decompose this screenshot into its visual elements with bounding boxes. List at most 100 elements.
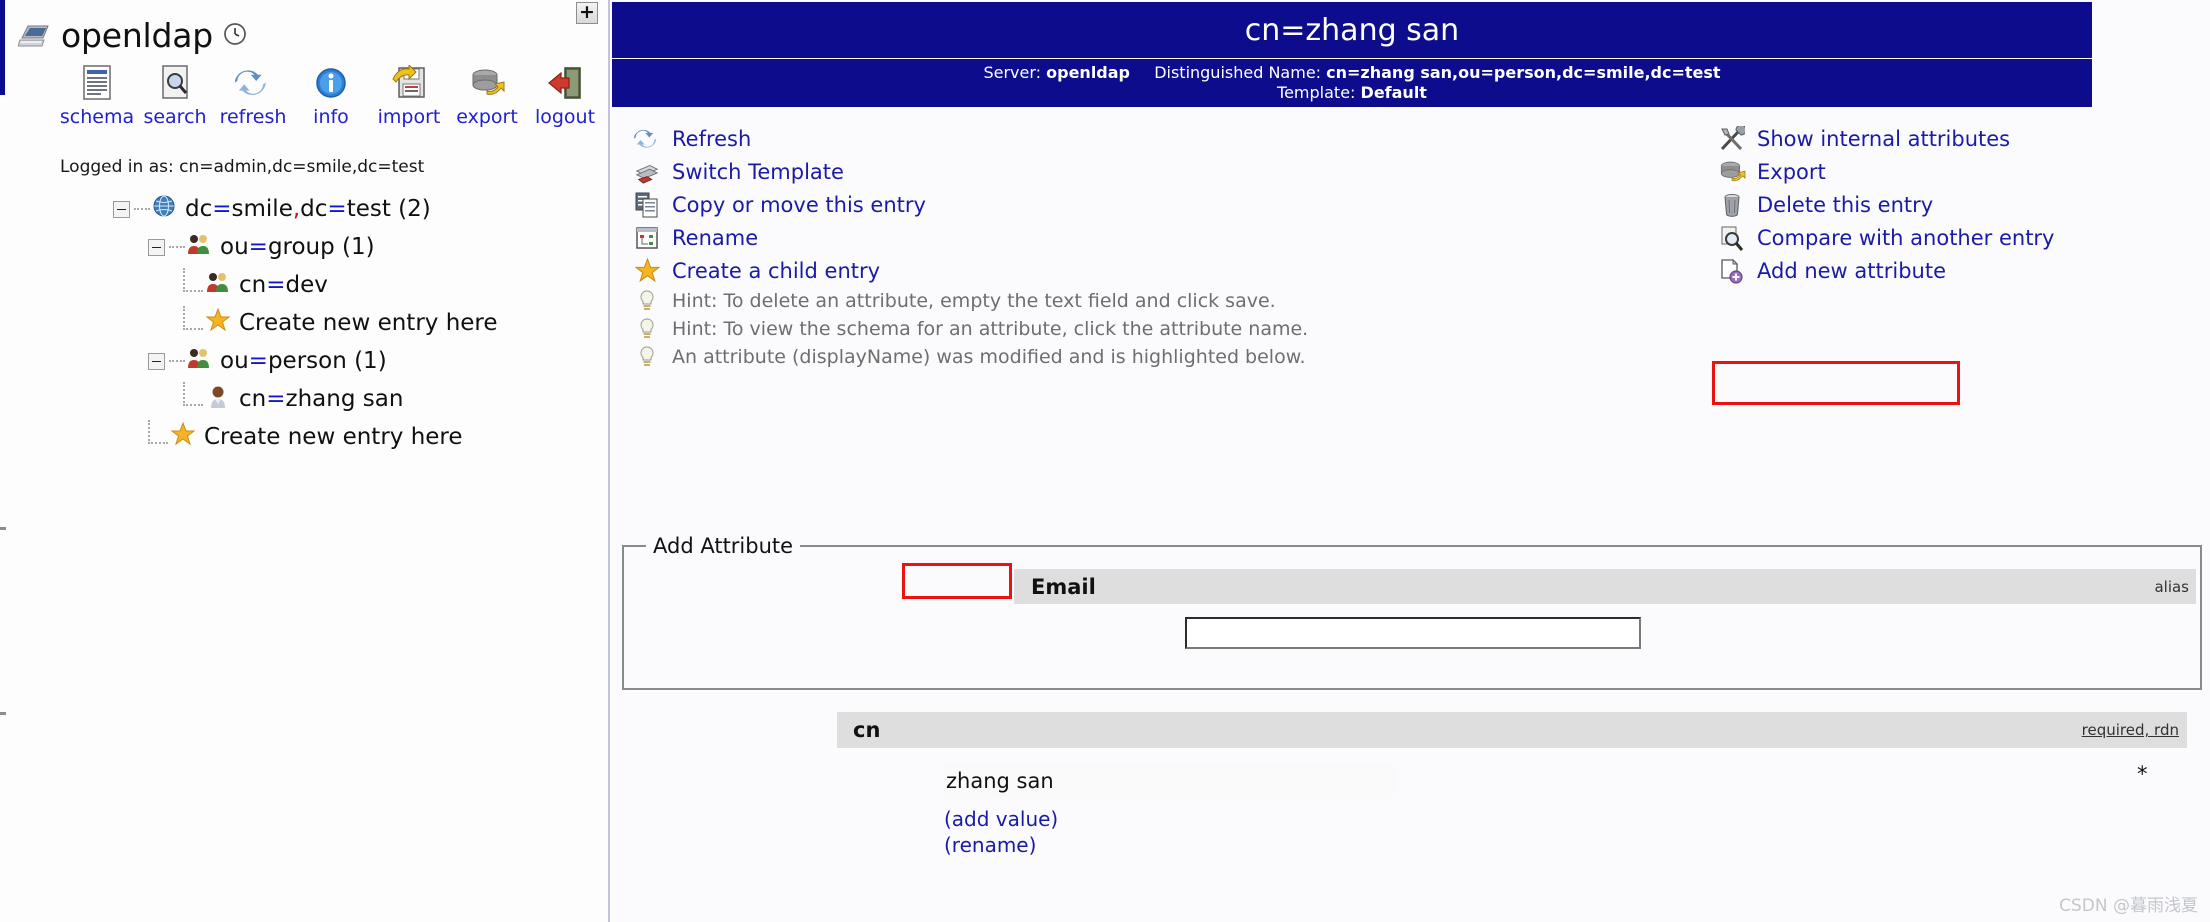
logged-in-status: Logged in as: cn=admin,dc=smile,dc=test <box>60 157 425 177</box>
toolbar-item-refresh[interactable]: refresh <box>214 63 292 128</box>
email-value-input[interactable] <box>1185 617 1641 649</box>
hint-label-attribute-modified: An attribute (displayName) was modified … <box>672 346 1306 368</box>
left-edge-accent-strip <box>0 0 5 95</box>
action-copy-move[interactable]: Copy or move this entry <box>632 188 1372 221</box>
lightbulb-icon <box>632 318 662 340</box>
brand-title: openldap <box>61 16 214 55</box>
action-switch-template[interactable]: Switch Template <box>632 155 1372 188</box>
entry-detail-panel: cn=zhang san Server: openldap Distinguis… <box>612 0 2210 922</box>
add-attribute-icon <box>1717 258 1747 284</box>
page-title: cn=zhang san <box>1244 12 1460 48</box>
import-floppy-icon <box>391 63 427 103</box>
hint-attribute-modified: An attribute (displayName) was modified … <box>632 343 1372 371</box>
action-rename[interactable]: Rename <box>632 221 1372 254</box>
left-edge-tick-lower <box>0 712 6 715</box>
email-attribute-flags: alias <box>2154 577 2189 596</box>
tree-expander-root[interactable] <box>113 200 130 218</box>
cn-value-field[interactable]: zhang san <box>942 763 1397 798</box>
server-computer-icon <box>17 18 52 54</box>
ldap-tree: dc=smile,dc=test (2) ou=group (1) cn=dev… <box>0 190 608 456</box>
toolbar-item-info[interactable]: info <box>292 63 370 128</box>
tree-connector <box>134 207 150 211</box>
entry-meta-line-1: Server: openldap Distinguished Name: cn=… <box>612 63 2092 83</box>
export-database-icon <box>469 63 505 103</box>
entry-actions-left: Refresh Switch Template Copy or move thi… <box>632 122 1372 371</box>
user-person-icon <box>206 384 230 414</box>
cn-rename-link[interactable]: (rename) <box>944 833 1036 857</box>
action-export[interactable]: Export <box>1717 155 2210 188</box>
toolbar-item-logout[interactable]: logout <box>526 63 604 128</box>
dn-label: Distinguished Name: <box>1154 63 1322 82</box>
tree-node-cn-dev[interactable]: cn=dev <box>0 266 608 304</box>
tree-node-cn-zhang-san[interactable]: cn=zhang san <box>0 380 608 418</box>
action-label-show-internal-attributes: Show internal attributes <box>1757 126 2011 151</box>
brand-row: openldap <box>17 16 248 55</box>
tree-label-create-entry-root: Create new entry here <box>204 424 463 450</box>
action-label-rename: Rename <box>672 225 759 250</box>
tree-connector <box>169 359 185 363</box>
expand-panel-button[interactable]: + <box>576 2 598 24</box>
entry-title-bar: cn=zhang san <box>612 2 2092 58</box>
lightbulb-icon <box>632 346 662 368</box>
tree-node-ou-group[interactable]: ou=group (1) <box>0 228 608 266</box>
toolbar-item-export[interactable]: export <box>448 63 526 128</box>
toolbar-label-import: import <box>377 106 441 128</box>
star-icon <box>170 421 196 452</box>
action-add-new-attribute[interactable]: Add new attribute <box>1717 254 2210 287</box>
action-label-delete-entry: Delete this entry <box>1757 192 1934 217</box>
action-create-child-entry[interactable]: Create a child entry <box>632 254 1372 287</box>
tree-label-cn-dev: cn=dev <box>239 272 328 298</box>
refresh-arrows-icon <box>632 126 662 152</box>
switch-template-icon <box>632 159 662 185</box>
tree-label-root: dc=smile,dc=test (2) <box>185 196 431 222</box>
tree-expander-ou-person[interactable] <box>148 352 165 370</box>
entry-actions-right: Show internal attributes Export Delete t… <box>1717 122 2210 287</box>
action-show-internal-attributes[interactable]: Show internal attributes <box>1717 122 2210 155</box>
toolbar-item-search[interactable]: search <box>136 63 214 128</box>
add-new-attribute-highlight-box <box>1712 361 1960 405</box>
email-attribute-name[interactable]: Email <box>1014 575 1096 599</box>
cn-attribute-name[interactable]: cn <box>837 718 880 742</box>
entry-meta-bar: Server: openldap Distinguished Name: cn=… <box>612 59 2092 107</box>
tree-expander-ou-group[interactable] <box>148 238 165 256</box>
toolbar-item-schema[interactable]: schema <box>58 63 136 128</box>
tree-label-ou-person: ou=person (1) <box>220 348 387 374</box>
copy-pages-icon <box>632 192 662 218</box>
refresh-arrows-icon <box>235 63 271 103</box>
action-label-refresh: Refresh <box>672 126 752 151</box>
add-attribute-legend: Add Attribute <box>646 534 801 558</box>
server-label: Server: <box>983 63 1042 82</box>
star-icon <box>205 307 231 338</box>
toolbar-item-import[interactable]: import <box>370 63 448 128</box>
tree-connector <box>148 420 168 444</box>
cn-attribute-flags: required, rdn <box>2081 721 2179 739</box>
toolbar-label-schema: schema <box>59 106 135 128</box>
tree-node-create-entry-root[interactable]: Create new entry here <box>0 418 608 456</box>
toolbar: schema search refresh info import export… <box>58 63 604 128</box>
toolbar-label-logout: logout <box>534 106 596 128</box>
cn-required-marker: * <box>2137 762 2148 786</box>
hint-label-view-schema: Hint: To view the schema for an attribut… <box>672 318 1309 340</box>
clock-icon[interactable] <box>222 21 248 51</box>
tree-node-create-entry-group[interactable]: Create new entry here <box>0 304 608 342</box>
add-attribute-fieldset: Add Attribute Email alias <box>622 534 2202 690</box>
action-label-compare-entry: Compare with another entry <box>1757 225 2055 250</box>
email-attribute-header-row: Email alias <box>1014 569 2196 604</box>
action-refresh[interactable]: Refresh <box>632 122 1372 155</box>
toolbar-label-export: export <box>456 106 518 128</box>
cn-add-value-link[interactable]: (add value) <box>944 807 1058 831</box>
toolbar-label-info: info <box>313 106 349 128</box>
hint-label-delete-attribute: Hint: To delete an attribute, empty the … <box>672 290 1276 312</box>
action-delete-entry[interactable]: Delete this entry <box>1717 188 2210 221</box>
tree-node-ou-person[interactable]: ou=person (1) <box>0 342 608 380</box>
entry-meta-line-2: Template: Default <box>612 83 2092 103</box>
tree-node-root[interactable]: dc=smile,dc=test (2) <box>0 190 608 228</box>
action-compare-entry[interactable]: Compare with another entry <box>1717 221 2210 254</box>
tree-connector <box>183 306 203 330</box>
tree-label-ou-group: ou=group (1) <box>220 234 375 260</box>
dn-value: cn=zhang san,ou=person,dc=smile,dc=test <box>1326 63 1721 82</box>
cn-attribute-header-row: cn required, rdn <box>837 712 2187 748</box>
watermark: CSDN @暮雨浅夏 <box>2059 896 2198 916</box>
search-magnifier-icon <box>158 63 192 103</box>
server-value: openldap <box>1046 63 1130 82</box>
